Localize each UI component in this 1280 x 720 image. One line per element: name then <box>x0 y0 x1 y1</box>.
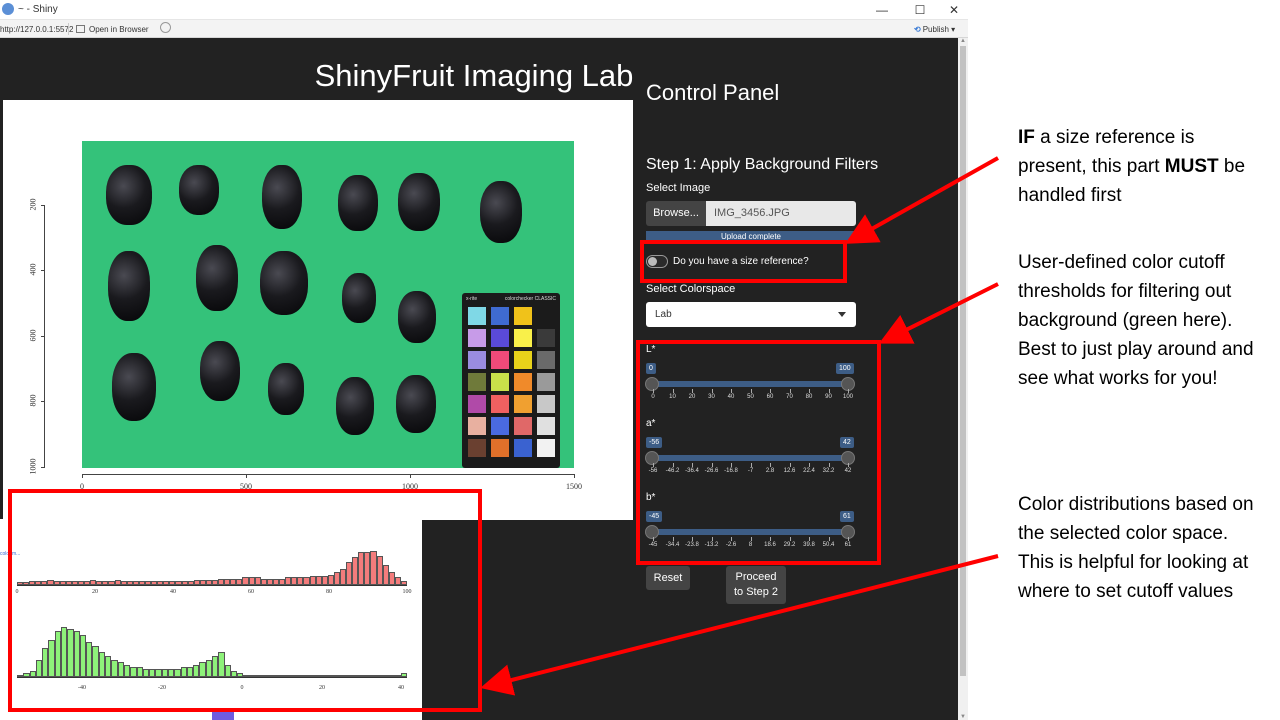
annotation-must: MUST <box>1164 156 1219 177</box>
arrow-histograms <box>480 554 999 696</box>
arrow-size-reference <box>845 156 999 244</box>
annotation-size-reference: IF a size reference is present, this par… <box>1018 123 1268 210</box>
arrow-sliders <box>878 282 999 344</box>
annotation-if: IF <box>1018 127 1035 148</box>
screen: ~ - Shiny — ☐ ✕ http://127.0.0.1:5572 Op… <box>0 0 1280 720</box>
annotation-thresholds: User-defined color cutoff thresholds for… <box>1018 252 1254 389</box>
annotation-distributions: Color distributions based on the selecte… <box>1018 494 1254 602</box>
